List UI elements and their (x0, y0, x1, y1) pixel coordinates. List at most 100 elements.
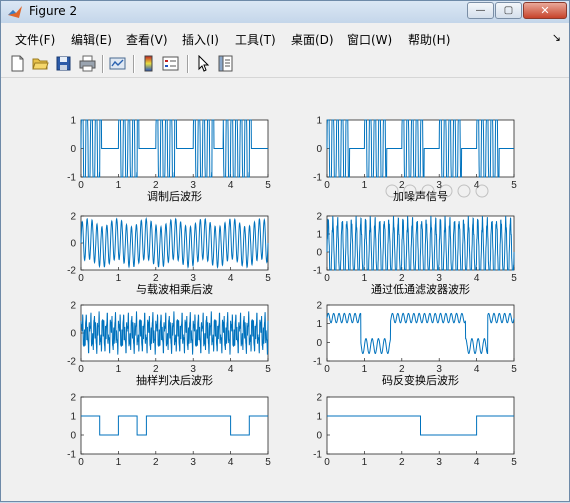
x-tick-label: 5 (511, 180, 517, 191)
x-tick-label: 4 (474, 457, 480, 468)
x-tick-label: 4 (474, 364, 480, 375)
y-tick-label: 2 (316, 301, 322, 312)
y-tick-label: 2 (70, 212, 76, 223)
y-tick-label: 1 (316, 319, 322, 330)
x-tick-label: 4 (228, 180, 234, 191)
x-tick-label: 0 (78, 273, 84, 284)
x-tick-label: 4 (228, 457, 234, 468)
toolbar (1, 51, 569, 78)
subplot-2: 0 1 2 3 4 5-101加噪声信号 (313, 116, 517, 204)
zoom-out-icon[interactable] (457, 184, 471, 198)
save-icon[interactable] (55, 55, 72, 72)
x-tick-label: 3 (436, 457, 442, 468)
x-tick-label: 5 (511, 364, 517, 375)
y-tick-label: 1 (316, 230, 322, 241)
x-tick-label: 5 (265, 364, 271, 375)
colorbar-icon[interactable] (140, 55, 157, 72)
x-tick-label: 5 (265, 457, 271, 468)
open-folder-icon[interactable] (32, 55, 49, 72)
x-tick-label: 1 (116, 273, 122, 284)
subplot-1: 0 1 2 3 4 5-101调制后波形 (67, 116, 271, 204)
x-tick-label: 0 (78, 364, 84, 375)
pointer-icon[interactable] (195, 55, 212, 72)
x-tick-label: 3 (190, 457, 196, 468)
y-tick-label: -2 (67, 266, 76, 277)
x-tick-label: 4 (474, 273, 480, 284)
y-tick-label: 0 (316, 431, 322, 442)
menu-window[interactable]: 窗口(W) (347, 31, 392, 48)
x-tick-label: 1 (116, 457, 122, 468)
subplot-4: 0 1 2 3 4 5-1012通过低通滤波器波形 (313, 212, 517, 297)
subplot-3: 0 1 2 3 4 5-202与载波相乘后波 (67, 212, 271, 297)
property-editor-icon[interactable] (217, 55, 234, 72)
menu-help[interactable]: 帮助(H) (408, 31, 450, 48)
y-tick-label: 2 (316, 212, 322, 223)
menu-dock-icon[interactable]: ↘ (552, 31, 561, 44)
y-tick-label: 0 (316, 144, 322, 155)
x-tick-label: 0 (324, 457, 330, 468)
x-tick-label: 0 (324, 364, 330, 375)
y-tick-label: -1 (313, 266, 322, 277)
axes-frame (80, 396, 269, 455)
x-tick-label: 1 (362, 457, 368, 468)
x-tick-label: 2 (153, 457, 159, 468)
y-tick-label: 2 (316, 393, 322, 404)
new-figure-icon[interactable] (9, 55, 26, 72)
subplot-7: 0 1 2 3 4 5-1012 (67, 393, 271, 469)
menu-file[interactable]: 文件(F) (15, 31, 55, 48)
y-tick-label: 1 (70, 116, 76, 127)
y-tick-label: 1 (70, 412, 76, 423)
maximize-button[interactable]: ▢ (495, 2, 522, 19)
x-tick-label: 0 (324, 180, 330, 191)
x-tick-label: 1 (116, 180, 122, 191)
x-tick-label: 1 (116, 364, 122, 375)
subplot-6: 0 1 2 3 4 5-1012码反变换后波形 (313, 301, 517, 388)
x-tick-label: 1 (362, 364, 368, 375)
y-tick-label: 2 (70, 301, 76, 312)
menu-view[interactable]: 查看(V) (126, 31, 168, 48)
menu-tools[interactable]: 工具(T) (235, 31, 276, 48)
y-tick-label: 1 (316, 412, 322, 423)
y-tick-label: -1 (67, 450, 76, 461)
x-tick-label: 5 (265, 273, 271, 284)
subplot-title: 与载波相乘后波 (136, 283, 213, 296)
print-icon[interactable] (79, 55, 96, 72)
y-tick-label: -1 (67, 173, 76, 184)
subplot-title: 通过低通滤波器波形 (371, 283, 470, 296)
menu-desktop[interactable]: 桌面(D) (291, 31, 334, 48)
legend-icon[interactable] (162, 55, 179, 72)
x-tick-label: 0 (78, 180, 84, 191)
home-icon[interactable] (475, 184, 489, 198)
figure-window: Figure 2 — ▢ ✕ 文件(F) 编辑(E) 查看(V) 插入(I) 工… (0, 0, 570, 502)
x-tick-label: 5 (511, 273, 517, 284)
window-title: Figure 2 (29, 4, 78, 18)
x-tick-label: 2 (399, 457, 405, 468)
figure-canvas: 0 1 2 3 4 5 -1 0 1 调制后波形 0 1 2 3 4 5 -1 0 1 加噪声信号 0 1 2 3 4 5 -2 0 2… (7, 81, 567, 499)
y-tick-label: 0 (70, 431, 76, 442)
close-button[interactable]: ✕ (523, 2, 567, 19)
y-tick-label: -2 (67, 357, 76, 368)
subplot-title: 码反变换后波形 (382, 373, 459, 387)
x-tick-label: 5 (511, 457, 517, 468)
y-tick-label: 0 (70, 329, 76, 340)
y-tick-label: -1 (313, 450, 322, 461)
toolbar-separator (187, 55, 189, 73)
matlab-logo-icon (8, 6, 22, 18)
subplot-title: 抽样判决后波形 (136, 373, 213, 387)
maximize-icon: ▢ (503, 5, 514, 16)
y-tick-label: -1 (313, 357, 322, 368)
x-tick-label: 1 (362, 273, 368, 284)
x-tick-label: 0 (78, 457, 84, 468)
x-tick-label: 4 (228, 364, 234, 375)
x-tick-label: 5 (265, 180, 271, 191)
link-icon[interactable] (109, 55, 126, 72)
minimize-button[interactable]: — (467, 2, 494, 19)
y-tick-label: 1 (316, 116, 322, 127)
minimize-icon: — (475, 5, 486, 16)
close-icon: ✕ (540, 4, 550, 17)
y-tick-label: -1 (313, 173, 322, 184)
menu-edit[interactable]: 编辑(E) (71, 31, 112, 48)
title-bar[interactable]: Figure 2 — ▢ ✕ (1, 1, 569, 23)
menu-insert[interactable]: 插入(I) (182, 31, 219, 48)
subplot-5: 0 1 2 3 4 5-202抽样判决后波形 (67, 301, 271, 388)
